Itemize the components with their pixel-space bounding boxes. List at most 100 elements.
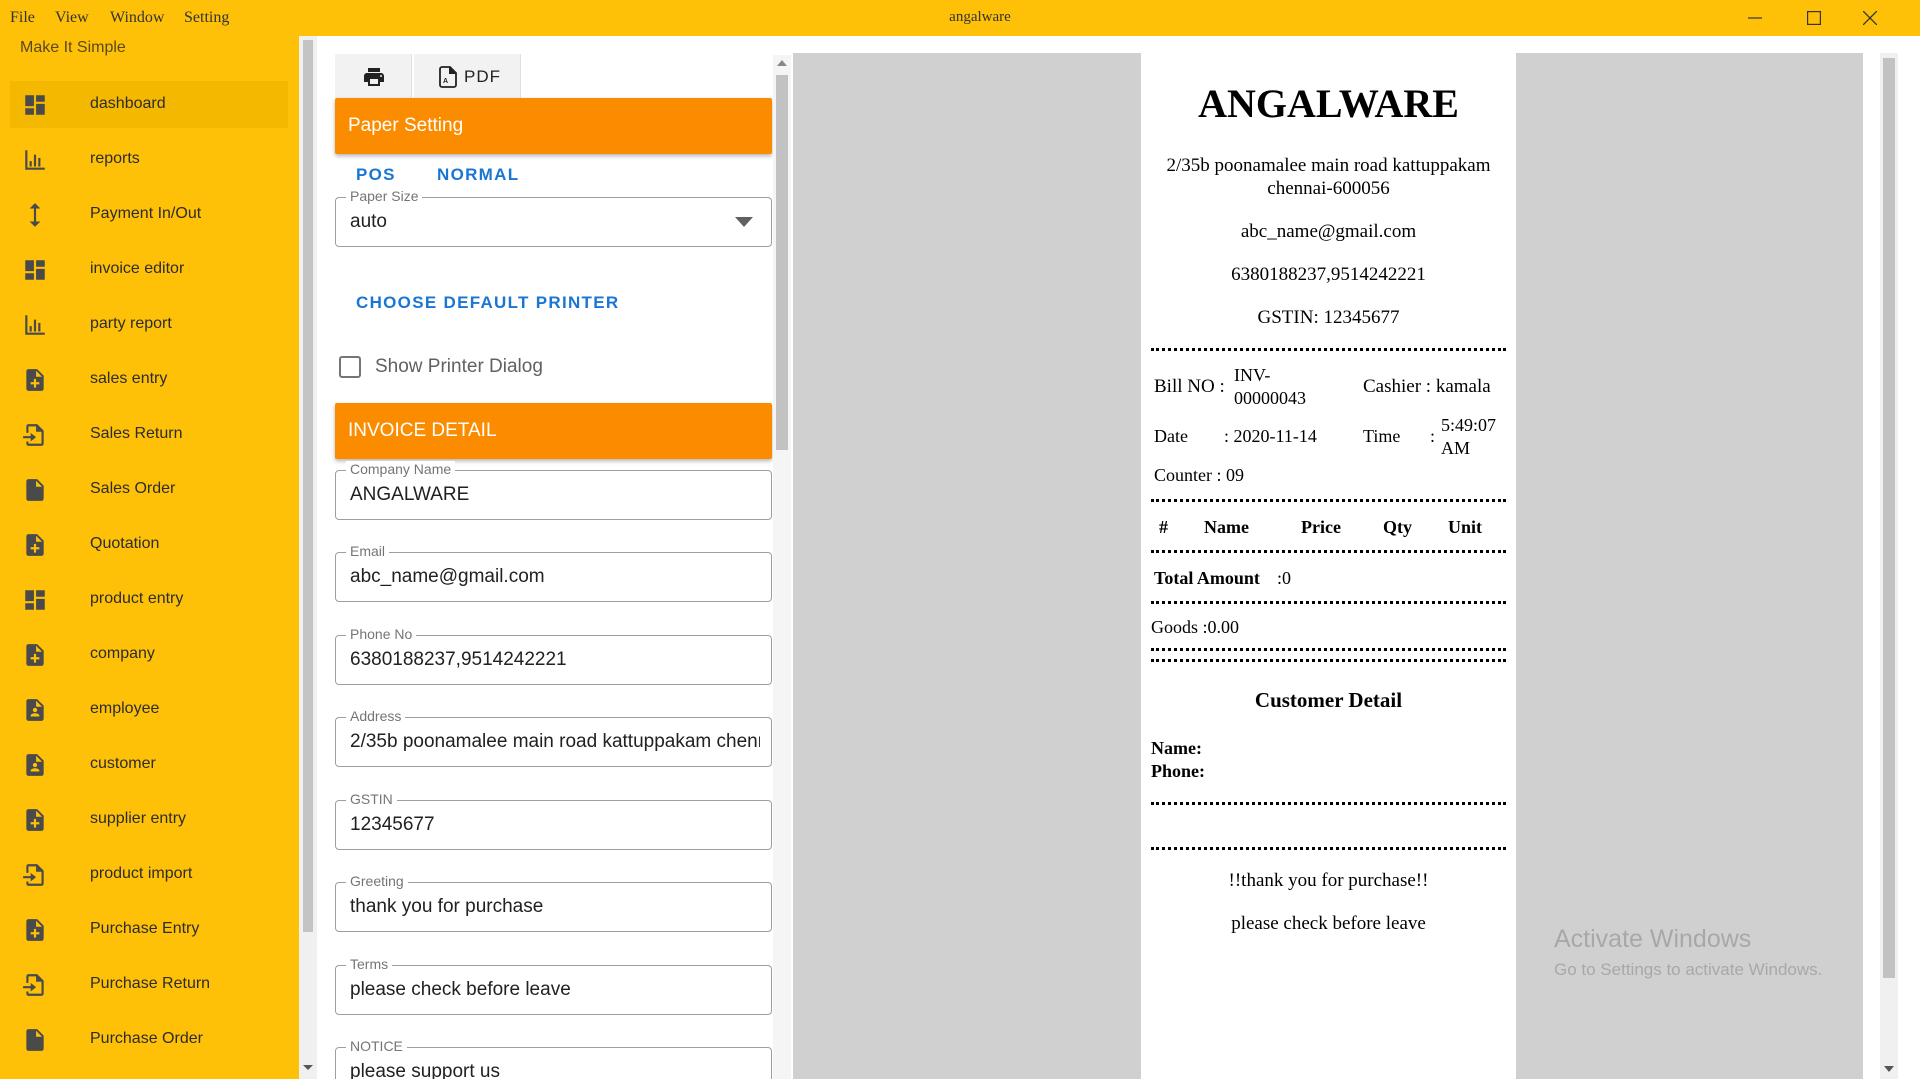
sidebar-item-supplier-entry[interactable]: supplier entry bbox=[10, 796, 288, 843]
bar-chart-icon bbox=[25, 315, 45, 335]
file-import-icon bbox=[23, 424, 44, 446]
file-icon bbox=[26, 1029, 44, 1051]
tab-pos[interactable]: POS bbox=[356, 165, 396, 185]
paper-size-select[interactable]: Paper Size auto bbox=[335, 188, 772, 247]
paper-size-label: Paper Size bbox=[346, 188, 423, 204]
email-field[interactable]: Email abc_name@gmail.com bbox=[335, 543, 772, 602]
title-bar: File View Window Setting angalware bbox=[0, 0, 1920, 36]
preview-scroll-thumb[interactable] bbox=[1883, 58, 1895, 978]
sidebar-item-sales-return[interactable]: Sales Return bbox=[10, 411, 288, 458]
terms-field[interactable]: Terms please check before leave bbox=[335, 956, 772, 1015]
sidebar-item-label: Purchase Entry bbox=[90, 920, 200, 937]
tab-normal[interactable]: NORMAL bbox=[437, 165, 519, 185]
file-account-icon bbox=[26, 699, 44, 721]
sidebar-item-payment[interactable]: Payment In/Out bbox=[10, 191, 288, 238]
scroll-up-arrow-icon[interactable] bbox=[777, 59, 787, 66]
file-plus-icon bbox=[26, 534, 44, 556]
file-icon bbox=[26, 479, 44, 501]
minimize-button[interactable] bbox=[1727, 0, 1783, 36]
sidebar-item-label: invoice editor bbox=[90, 260, 185, 277]
column-header-price: Price bbox=[1301, 517, 1341, 537]
paper-size-value: auto bbox=[350, 211, 387, 232]
field-value: 2/35b poonamalee main road kattuppakam c… bbox=[350, 731, 760, 752]
gstin-field[interactable]: GSTIN 12345677 bbox=[335, 791, 772, 850]
time-value: 5:49:07 bbox=[1441, 415, 1497, 435]
paper-setting-header: Paper Setting bbox=[335, 98, 772, 154]
sidebar-item-label: sales entry bbox=[90, 370, 168, 387]
dashboard-icon bbox=[25, 260, 45, 280]
field-label: Greeting bbox=[346, 873, 408, 889]
close-icon bbox=[1863, 11, 1877, 25]
file-import-icon bbox=[23, 974, 44, 996]
total-amount-label: Total Amount bbox=[1154, 568, 1260, 588]
sidebar-item-label: Sales Return bbox=[90, 425, 183, 442]
phone-field[interactable]: Phone No 6380188237,9514242221 bbox=[335, 626, 772, 685]
file-plus-icon bbox=[26, 369, 44, 391]
show-printer-dialog-label: Show Printer Dialog bbox=[375, 356, 543, 377]
brand-label: Make It Simple bbox=[20, 39, 126, 56]
settings-panel: A PDF Paper Setting POS NORMAL Paper Siz… bbox=[317, 36, 793, 1079]
close-button[interactable] bbox=[1842, 0, 1898, 36]
divider bbox=[1151, 550, 1506, 553]
scroll-down-arrow-icon[interactable] bbox=[302, 1064, 314, 1072]
sidebar-item-invoice-editor[interactable]: invoice editor bbox=[10, 246, 288, 293]
divider bbox=[1151, 648, 1506, 651]
sidebar-item-employee[interactable]: employee bbox=[10, 686, 288, 733]
sidebar-item-sales-entry[interactable]: sales entry bbox=[10, 356, 288, 403]
greeting-field[interactable]: Greeting thank you for purchase bbox=[335, 873, 772, 932]
address-field[interactable]: Address 2/35b poonamalee main road kattu… bbox=[335, 708, 772, 767]
sidebar-item-quotation[interactable]: Quotation bbox=[10, 521, 288, 568]
sidebar-item-purchase-entry[interactable]: Purchase Entry bbox=[10, 906, 288, 953]
receipt-phone: 6380188237,9514242221 bbox=[1231, 264, 1426, 285]
sidebar-item-reports[interactable]: reports bbox=[10, 136, 288, 183]
receipt-address-line1: 2/35b poonamalee main road kattuppakam bbox=[1166, 155, 1491, 176]
field-value: ANGALWARE bbox=[350, 484, 470, 505]
paper-setting-title: Paper Setting bbox=[348, 115, 464, 136]
sidebar-item-label: Purchase Order bbox=[90, 1030, 203, 1047]
settings-scroll-thumb[interactable] bbox=[776, 75, 788, 450]
sidebar-item-product-import[interactable]: product import bbox=[10, 851, 288, 898]
goods-total: Goods :0.00 bbox=[1151, 617, 1240, 637]
column-header-name: Name bbox=[1204, 517, 1249, 537]
field-value: please support us bbox=[350, 1061, 500, 1079]
company-name-field[interactable]: Company Name ANGALWARE bbox=[335, 461, 772, 520]
field-label: Address bbox=[346, 708, 406, 724]
sidebar-item-label: product import bbox=[90, 865, 193, 882]
receipt-gstin: GSTIN: 12345677 bbox=[1257, 307, 1400, 328]
notice-field[interactable]: NOTICE please support us bbox=[335, 1038, 772, 1079]
show-printer-dialog-checkbox[interactable] bbox=[339, 356, 361, 378]
activate-windows-subtitle: Go to Settings to activate Windows. bbox=[1554, 960, 1823, 979]
sidebar-item-purchase-return[interactable]: Purchase Return bbox=[10, 961, 288, 1008]
sidebar-item-customer[interactable]: customer bbox=[10, 741, 288, 788]
print-button[interactable] bbox=[335, 54, 412, 98]
column-header-qty: Qty bbox=[1383, 517, 1412, 537]
dashboard-icon bbox=[25, 95, 45, 115]
dropdown-arrow-icon bbox=[735, 217, 753, 227]
sidebar-item-dashboard[interactable]: dashboard bbox=[10, 81, 288, 128]
time-label: Time bbox=[1363, 426, 1401, 446]
column-header-number: # bbox=[1159, 517, 1168, 537]
file-import-icon bbox=[23, 864, 44, 886]
sidebar-item-sales-order[interactable]: Sales Order bbox=[10, 466, 288, 513]
bill-no-value: INV- bbox=[1234, 365, 1271, 385]
sidebar-item-party-report[interactable]: party report bbox=[10, 301, 288, 348]
field-value: please check before leave bbox=[350, 979, 571, 1000]
total-amount-value: :0 bbox=[1277, 568, 1292, 588]
field-label: GSTIN bbox=[346, 791, 397, 807]
maximize-button[interactable] bbox=[1786, 0, 1842, 36]
pdf-button[interactable]: A PDF bbox=[414, 54, 521, 98]
sidebar-item-label: product entry bbox=[90, 590, 184, 607]
divider bbox=[1151, 348, 1506, 351]
divider bbox=[1151, 499, 1506, 502]
sidebar-item-label: Purchase Return bbox=[90, 975, 211, 992]
sidebar-scroll-thumb[interactable] bbox=[303, 40, 313, 932]
file-plus-icon bbox=[26, 919, 44, 941]
choose-default-printer-button[interactable]: CHOOSE DEFAULT PRINTER bbox=[356, 293, 619, 313]
printer-icon bbox=[364, 68, 384, 86]
sidebar-item-label: Sales Order bbox=[90, 480, 176, 497]
sidebar-item-company[interactable]: company bbox=[10, 631, 288, 678]
scroll-down-arrow-icon[interactable] bbox=[1884, 1066, 1894, 1073]
sidebar-item-product-entry[interactable]: product entry bbox=[10, 576, 288, 623]
receipt-greeting: !!thank you for purchase!! bbox=[1228, 870, 1429, 891]
sidebar-item-purchase-order[interactable]: Purchase Order bbox=[10, 1016, 288, 1063]
